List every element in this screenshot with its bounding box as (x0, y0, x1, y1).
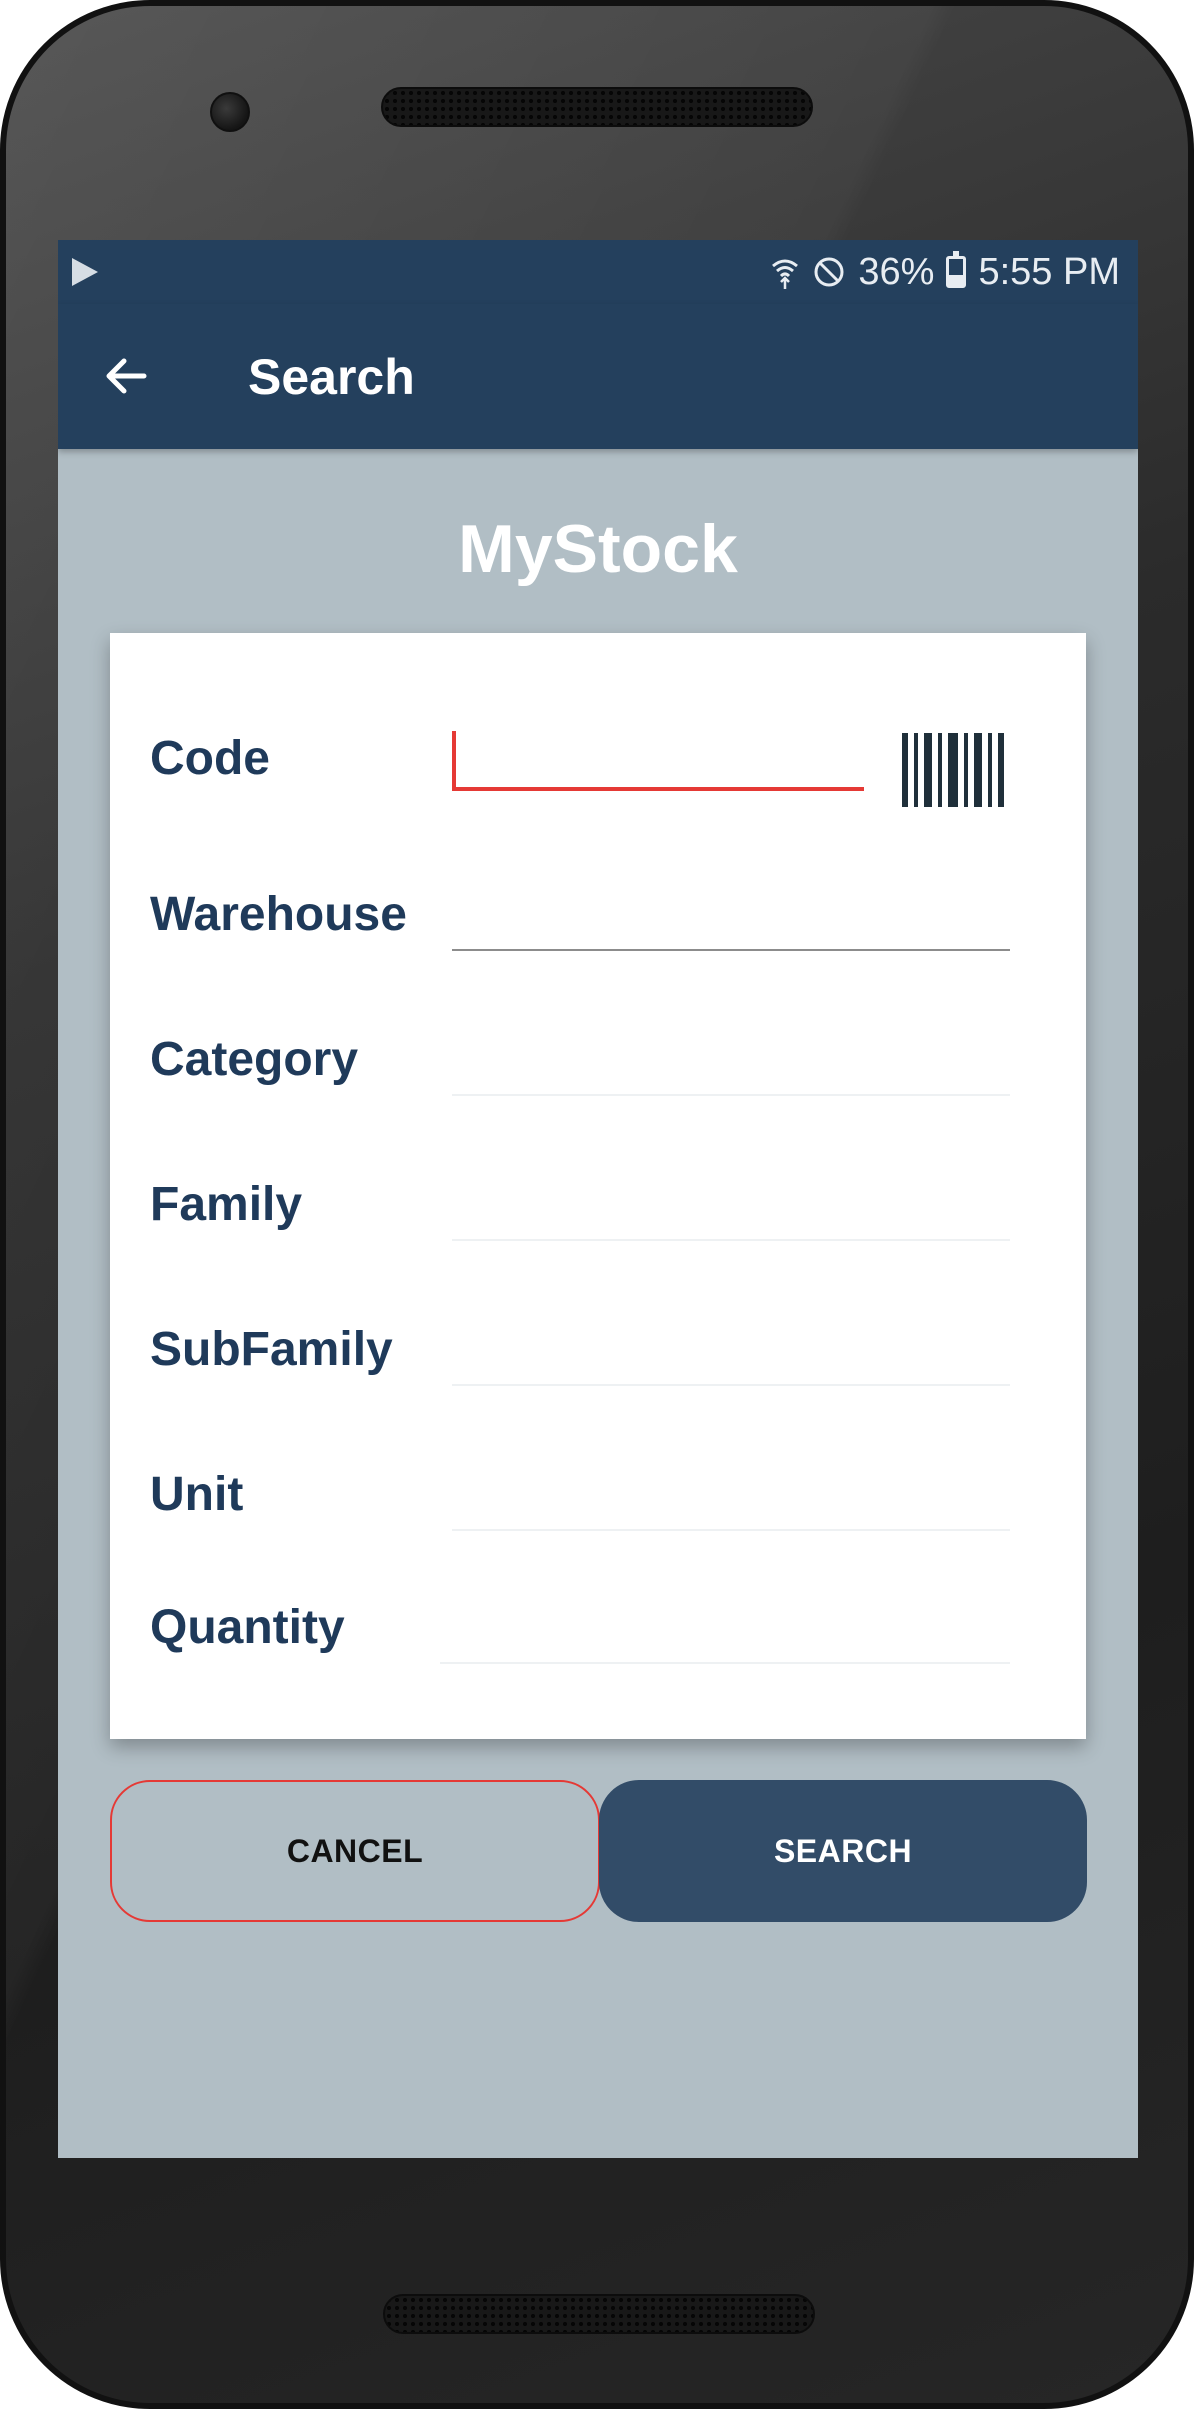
form-row-warehouse: Warehouse (110, 863, 1086, 983)
front-camera (210, 92, 250, 132)
unit-field[interactable] (452, 1471, 1010, 1531)
power-button (1188, 961, 1194, 1321)
app-bar: Search (58, 304, 1138, 449)
search-form-card: Code Warehouse Category Family SubFamily… (110, 633, 1086, 1739)
quantity-input[interactable] (440, 1604, 1010, 1664)
top-speaker-grille (381, 87, 813, 127)
form-row-family: Family (110, 1153, 1086, 1273)
form-row-subfamily: SubFamily (110, 1298, 1086, 1418)
form-row-unit: Unit (110, 1443, 1086, 1563)
family-field[interactable] (452, 1181, 1010, 1241)
status-bar: 36% 5:55 PM (58, 240, 1138, 304)
barcode-scan-icon[interactable] (902, 733, 1020, 807)
form-row-category: Category (110, 1008, 1086, 1128)
volume-button (1188, 631, 1194, 751)
quantity-label: Quantity (150, 1601, 345, 1654)
phone-frame: 36% 5:55 PM Search MyStock Code Warehous… (0, 0, 1194, 2409)
code-input[interactable] (452, 731, 864, 791)
play-store-icon (72, 258, 98, 286)
bottom-speaker-grille (383, 2294, 815, 2334)
page-title: Search (248, 349, 415, 405)
battery-percent: 36% (858, 250, 935, 293)
back-button[interactable] (94, 344, 158, 408)
status-time: 5:55 PM (978, 250, 1120, 293)
code-label: Code (150, 732, 270, 785)
battery-charging-icon (946, 251, 967, 288)
subfamily-label: SubFamily (150, 1323, 393, 1376)
do-not-disturb-icon (814, 257, 844, 287)
wifi-icon (772, 259, 799, 289)
warehouse-field[interactable] (452, 891, 1010, 951)
unit-label: Unit (150, 1468, 244, 1521)
status-right: 36% 5:55 PM (770, 248, 1120, 296)
subfamily-field[interactable] (452, 1326, 1010, 1386)
form-row-quantity: Quantity (110, 1576, 1086, 1696)
warehouse-label: Warehouse (150, 888, 407, 941)
arrow-left-icon (106, 358, 147, 394)
brand-title: MyStock (458, 511, 738, 587)
text-cursor (452, 731, 456, 791)
category-label: Category (150, 1033, 359, 1086)
family-label: Family (150, 1178, 303, 1231)
category-field[interactable] (452, 1036, 1010, 1096)
cancel-button[interactable]: CANCEL (110, 1780, 600, 1922)
screen: 36% 5:55 PM Search MyStock Code Warehous… (58, 240, 1138, 2158)
search-button[interactable]: SEARCH (599, 1780, 1087, 1922)
